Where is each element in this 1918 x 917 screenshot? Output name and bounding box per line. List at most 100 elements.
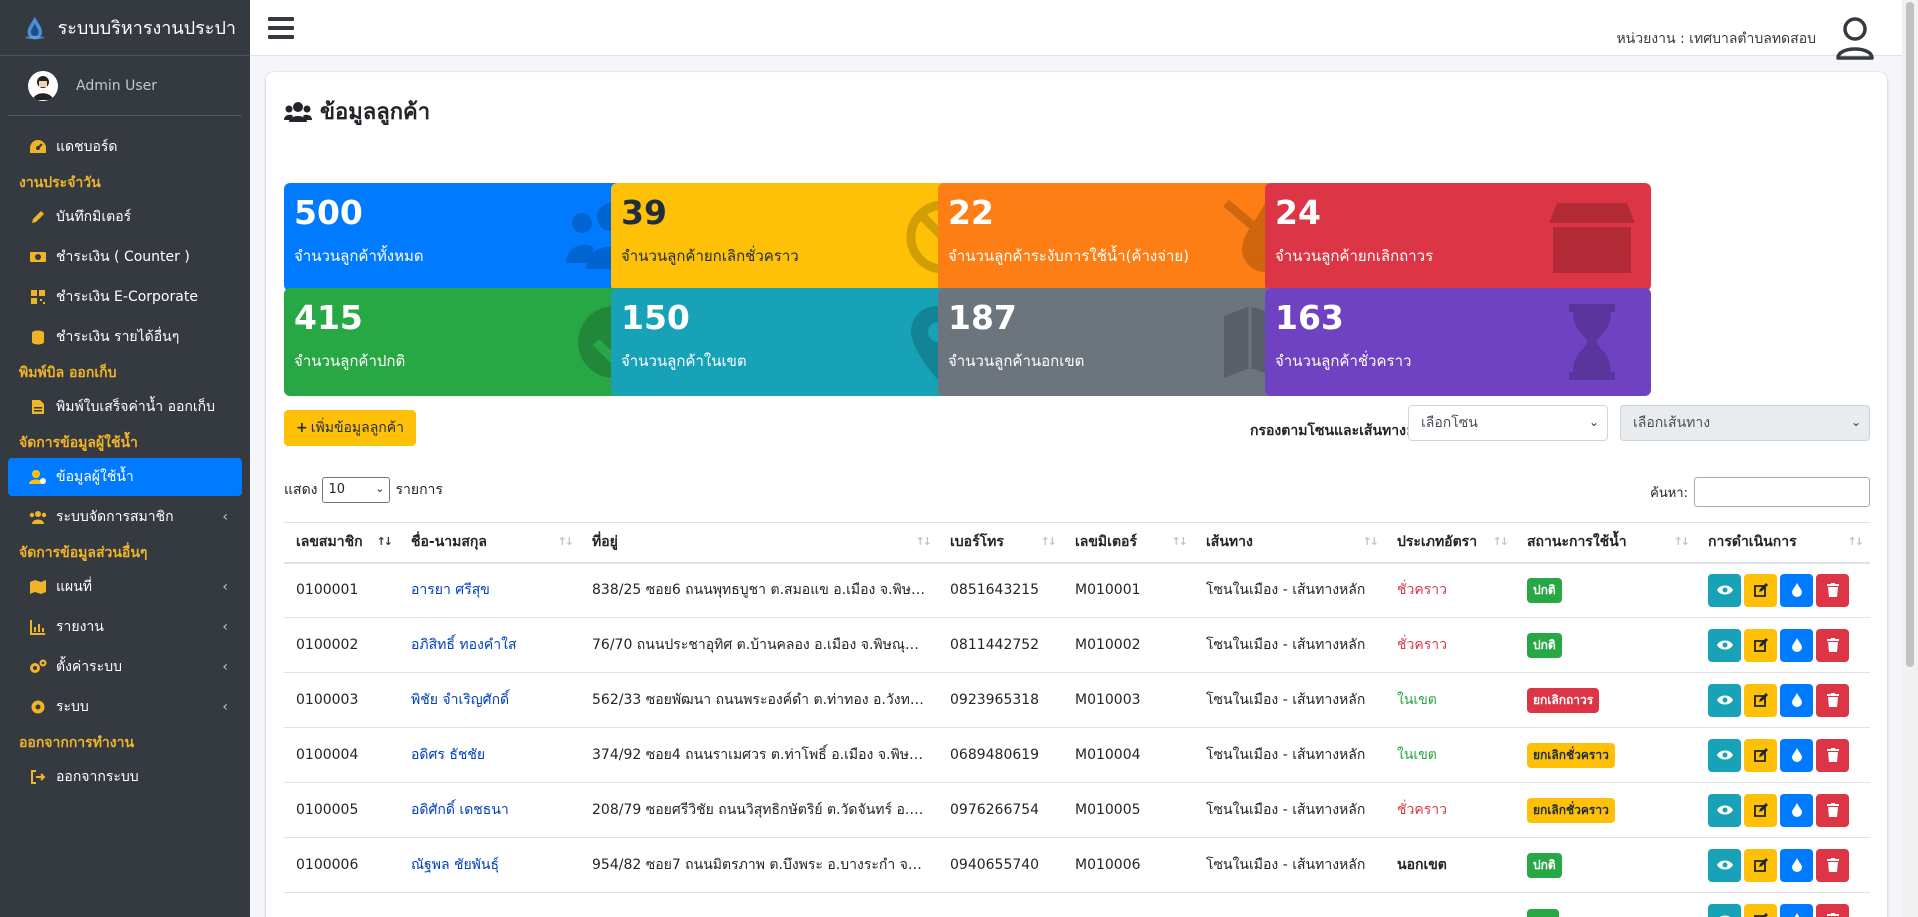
sidebar-item[interactable]: แดชบอร์ด: [8, 128, 242, 166]
page-scrollbar[interactable]: [1902, 0, 1918, 917]
sidebar-item[interactable]: พิมพ์ใบเสร็จค่าน้ำ ออกเก็บ: [8, 388, 242, 426]
eye-button[interactable]: [1708, 573, 1741, 607]
table-row[interactable]: 0100004 อดิศร ธัชชัย 374/92 ซอย4 ถนนราเมศว…: [284, 727, 1870, 783]
stat-card[interactable]: 163 จำนวนลูกค้าชั่วคราว: [1265, 288, 1651, 396]
column-header[interactable]: การดำเนินการ ↑↓: [1696, 522, 1870, 564]
edit-icon: [1753, 748, 1768, 762]
trash-button[interactable]: [1816, 683, 1849, 717]
edit-button[interactable]: [1744, 793, 1777, 827]
rate-type: ในเขต: [1397, 747, 1437, 763]
table-row[interactable]: 0100006 ณัฐพล ชัยพันธุ์ 954/82 ซอย7 ถนนมิต…: [284, 837, 1870, 893]
table-row[interactable]: [284, 892, 1870, 917]
column-header-label: สถานะการใช้น้ำ: [1527, 534, 1627, 551]
sidebar-item[interactable]: บันทึกมิเตอร์: [8, 198, 242, 236]
eye-button[interactable]: [1708, 903, 1741, 917]
brand[interactable]: ระบบบริหารงานประปา: [0, 0, 250, 56]
search-input[interactable]: [1694, 477, 1870, 507]
column-header-label: ประเภทอัตรา: [1397, 534, 1478, 551]
customer-name-link[interactable]: อารยา ศรีสุข: [411, 582, 490, 598]
eye-button[interactable]: [1708, 793, 1741, 827]
sidebar-item[interactable]: รายงาน ‹: [8, 608, 242, 646]
chevron-left-icon: ‹: [222, 579, 228, 595]
route-select[interactable]: เลือกเส้นทาง ⌄: [1620, 405, 1870, 441]
trash-button[interactable]: [1816, 903, 1849, 917]
zone-select[interactable]: เลือกโซน ⌄: [1408, 405, 1608, 441]
tint-button[interactable]: [1780, 793, 1813, 827]
qrcode-icon: [28, 287, 48, 307]
meter-cell: M010006: [1063, 837, 1194, 893]
add-customer-button[interactable]: + เพิ่มข้อมูลลูกค้า: [284, 410, 416, 446]
customer-name-link[interactable]: ณัฐพล ชัยพันธุ์: [411, 857, 499, 873]
sidebar-item[interactable]: ชำระเงิน รายได้อื่นๆ: [8, 318, 242, 356]
edit-button[interactable]: [1744, 738, 1777, 772]
trash-button[interactable]: [1816, 573, 1849, 607]
table-row[interactable]: 0100001 อารยา ศรีสุข 838/25 ซอย6 ถนนพุทธบู…: [284, 562, 1870, 618]
trash-button[interactable]: [1816, 793, 1849, 827]
eye-button[interactable]: [1708, 683, 1741, 717]
tint-button[interactable]: [1780, 628, 1813, 662]
meter-cell: M010001: [1063, 562, 1194, 618]
table-row[interactable]: 0100002 อภิสิทธิ์ ทองคำใส 76/70 ถนนประชาอุ…: [284, 617, 1870, 673]
name-cell[interactable]: พิชัย จำเริญศักดิ์: [399, 672, 580, 728]
column-header[interactable]: สถานะการใช้น้ำ ↑↓: [1515, 522, 1696, 564]
edit-button[interactable]: [1744, 573, 1777, 607]
eye-button[interactable]: [1708, 848, 1741, 882]
tint-button[interactable]: [1780, 848, 1813, 882]
edit-button[interactable]: [1744, 848, 1777, 882]
name-cell[interactable]: อดิศร ธัชชัย: [399, 727, 580, 783]
edit-button[interactable]: [1744, 628, 1777, 662]
sidebar-item[interactable]: ระบบจัดการสมาชิก ‹: [8, 498, 242, 536]
sidebar-item[interactable]: ระบบ ‹: [8, 688, 242, 726]
tint-button[interactable]: [1780, 903, 1813, 917]
phone-cell: 0811442752: [938, 617, 1063, 673]
trash-button[interactable]: [1816, 628, 1849, 662]
column-header[interactable]: เส้นทาง ↑↓: [1194, 522, 1385, 564]
sidebar-item[interactable]: ตั้งค่าระบบ ‹: [8, 648, 242, 686]
sidebar-item[interactable]: ชำระเงิน E-Corporate: [8, 278, 242, 316]
tint-button[interactable]: [1780, 573, 1813, 607]
stat-label: จำนวนลูกค้ายกเลิกถาวร: [1275, 247, 1434, 265]
menu-toggle-icon[interactable]: [268, 16, 294, 39]
eye-button[interactable]: [1708, 738, 1741, 772]
edit-button[interactable]: [1744, 683, 1777, 717]
scrollbar-thumb[interactable]: [1906, 2, 1914, 667]
name-cell[interactable]: อารยา ศรีสุข: [399, 562, 580, 618]
sidebar-item[interactable]: แผนที่ ‹: [8, 568, 242, 606]
table-header-row: เลขสมาชิก ↑↓ ชื่อ-นามสกุล ↑↓ ที่อยู่ ↑↓ เบอร์โ…: [284, 522, 1870, 564]
table-row[interactable]: 0100003 พิชัย จำเริญศักดิ์ 562/33 ซอยพัฒนา…: [284, 672, 1870, 728]
eye-button[interactable]: [1708, 628, 1741, 662]
sidebar-item[interactable]: ออกจากระบบ: [8, 758, 242, 796]
status-badge: ปกติ: [1527, 577, 1562, 603]
sidebar-item[interactable]: ข้อมูลผู้ใช้น้ำ: [8, 458, 242, 496]
trash-button[interactable]: [1816, 738, 1849, 772]
column-header[interactable]: ประเภทอัตรา ↑↓: [1385, 522, 1515, 564]
user-panel[interactable]: Admin User: [8, 56, 242, 116]
tint-button[interactable]: [1780, 738, 1813, 772]
address-cell: 374/92 ซอย4 ถนนราเมศวร ต.ท่าโพธิ์ อ.เมือ…: [580, 727, 938, 783]
column-header[interactable]: ที่อยู่ ↑↓: [580, 522, 938, 564]
customer-name-link[interactable]: อภิสิทธิ์ ทองคำใส: [411, 637, 517, 653]
member-id-cell: 0100006: [284, 837, 399, 893]
address-cell: 76/70 ถนนประชาอุทิศ ต.บ้านคลอง อ.เมือง จ…: [580, 617, 938, 673]
edit-button[interactable]: [1744, 903, 1777, 917]
table-row[interactable]: 0100005 อดิศักดิ์ เดชธนา 208/79 ซอยศรีวิชั…: [284, 782, 1870, 838]
profile-icon[interactable]: [1834, 16, 1876, 60]
customer-name-link[interactable]: อดิศักดิ์ เดชธนา: [411, 802, 509, 818]
name-cell[interactable]: อภิสิทธิ์ ทองคำใส: [399, 617, 580, 673]
trash-button[interactable]: [1816, 848, 1849, 882]
add-customer-label: เพิ่มข้อมูลลูกค้า: [310, 420, 405, 436]
column-header[interactable]: เลขมิเตอร์ ↑↓: [1063, 522, 1194, 564]
eye-icon: [1716, 749, 1733, 761]
column-header[interactable]: ชื่อ-นามสกุล ↑↓: [399, 522, 580, 564]
name-cell[interactable]: [399, 892, 580, 917]
column-header[interactable]: เลขสมาชิก ↑↓: [284, 522, 399, 564]
stat-card[interactable]: 24 จำนวนลูกค้ายกเลิกถาวร: [1265, 183, 1651, 291]
name-cell[interactable]: อดิศักดิ์ เดชธนา: [399, 782, 580, 838]
page-length-select[interactable]: 10 ⌄: [321, 477, 390, 503]
customer-name-link[interactable]: พิชัย จำเริญศักดิ์: [411, 692, 509, 708]
customer-name-link[interactable]: อดิศร ธัชชัย: [411, 747, 485, 763]
sidebar-item[interactable]: ชำระเงิน ( Counter ): [8, 238, 242, 276]
tint-button[interactable]: [1780, 683, 1813, 717]
column-header[interactable]: เบอร์โทร ↑↓: [938, 522, 1063, 564]
name-cell[interactable]: ณัฐพล ชัยพันธุ์: [399, 837, 580, 893]
